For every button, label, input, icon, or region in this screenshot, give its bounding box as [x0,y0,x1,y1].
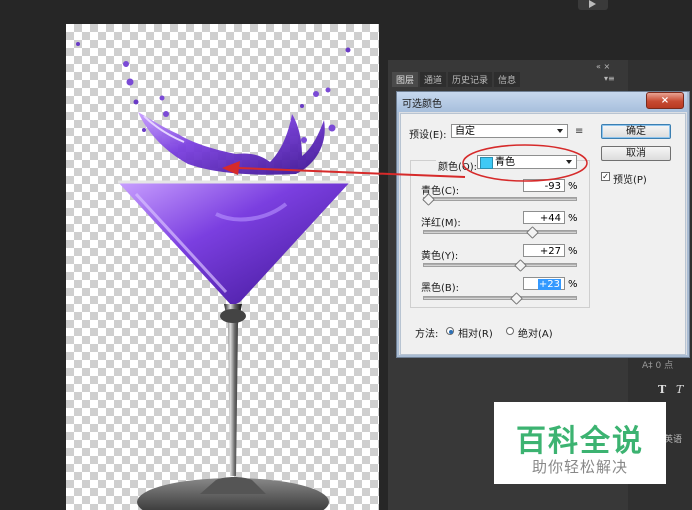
annotation-arrow [237,167,466,178]
annotation-ellipse [462,144,588,182]
watermark-title: 百科全说 [516,424,644,459]
watermark-subtitle: 助你轻松解决 [531,458,628,476]
arrowhead-icon [222,161,240,175]
